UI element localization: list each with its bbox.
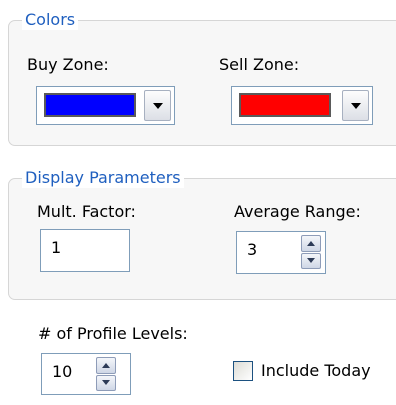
average-range-label: Average Range: [234, 202, 361, 221]
mult-factor-input[interactable]: 1 [40, 229, 130, 272]
sell-zone-color-swatch [239, 93, 331, 117]
profile-levels-decrement-button[interactable] [96, 374, 116, 391]
sell-zone-label: Sell Zone: [219, 55, 300, 74]
mult-factor-value: 1 [51, 238, 62, 257]
profile-levels-spin-buttons [96, 357, 116, 391]
buy-zone-color-swatch [44, 93, 136, 117]
arrow-down-icon [102, 380, 110, 386]
average-range-decrement-button[interactable] [301, 252, 321, 269]
chevron-down-icon [152, 102, 163, 109]
average-range-spin-buttons [301, 235, 321, 269]
sell-zone-dropdown-button[interactable] [342, 90, 369, 121]
arrow-up-icon [102, 362, 110, 368]
include-today-checkbox[interactable] [233, 361, 253, 381]
arrow-up-icon [307, 240, 315, 246]
sell-zone-color-picker[interactable] [231, 86, 373, 125]
profile-levels-value: 10 [52, 362, 73, 381]
average-range-spinner[interactable]: 3 [236, 231, 326, 274]
buy-zone-label: Buy Zone: [27, 55, 109, 74]
profile-levels-spinner[interactable]: 10 [41, 353, 131, 395]
colors-legend: Colors [22, 10, 79, 30]
buy-zone-color-picker[interactable] [36, 86, 175, 125]
profile-levels-label: # of Profile Levels: [38, 324, 188, 343]
buy-zone-dropdown-button[interactable] [144, 90, 171, 121]
chevron-down-icon [350, 102, 361, 109]
average-range-increment-button[interactable] [301, 235, 321, 252]
arrow-down-icon [307, 258, 315, 264]
colors-group [8, 20, 396, 146]
profile-levels-increment-button[interactable] [96, 357, 116, 374]
include-today-label[interactable]: Include Today [261, 361, 371, 381]
average-range-value: 3 [247, 240, 258, 259]
display-parameters-legend: Display Parameters [22, 168, 184, 188]
mult-factor-label: Mult. Factor: [37, 202, 136, 221]
